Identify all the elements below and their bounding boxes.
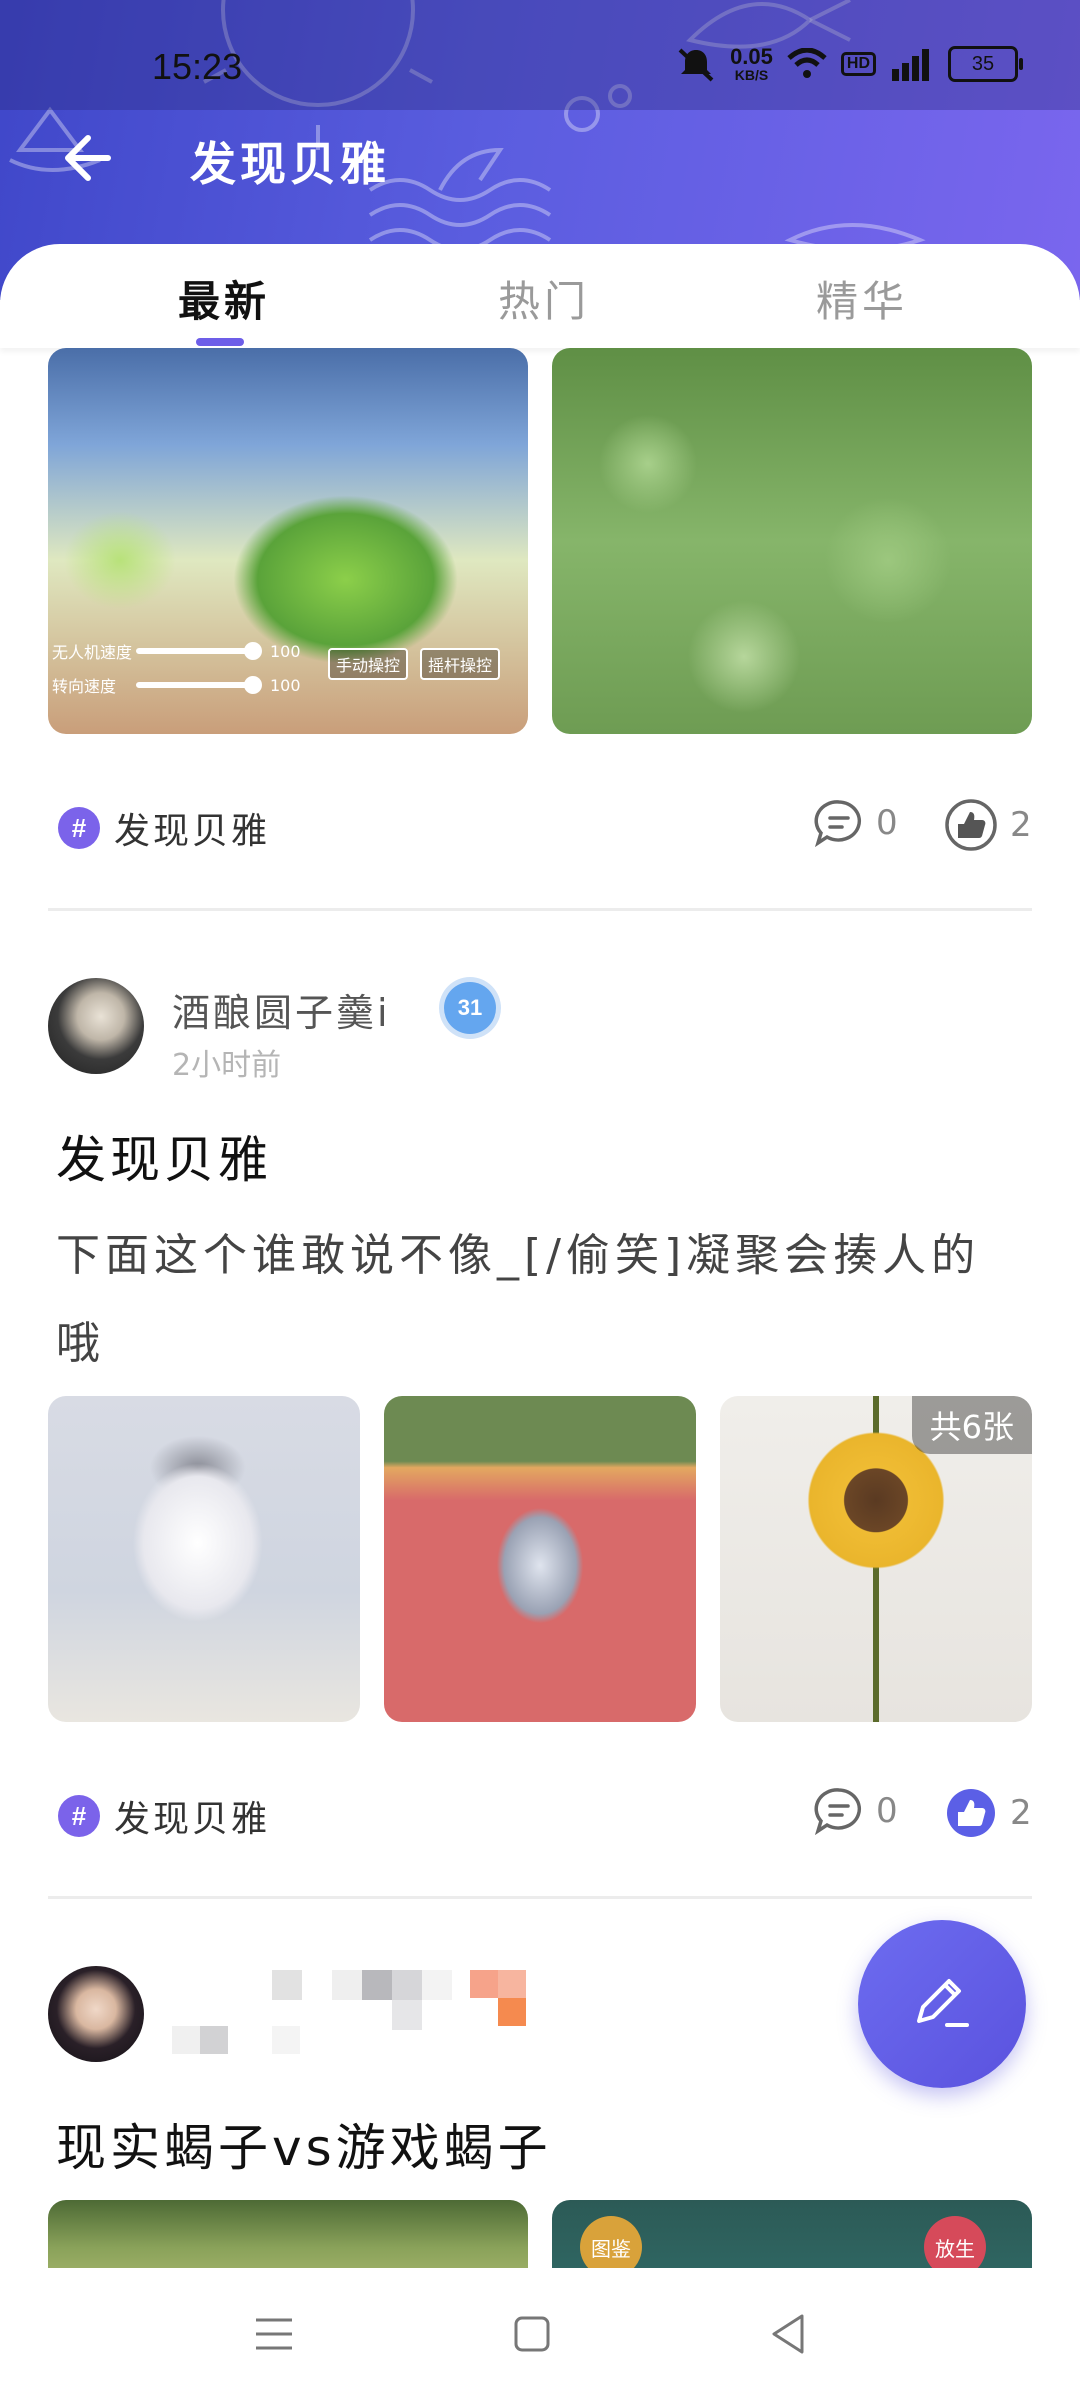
mute-icon bbox=[678, 48, 714, 82]
post-image-kitten[interactable] bbox=[48, 1396, 360, 1722]
overlay-manual-button: 手动操控 bbox=[328, 648, 409, 680]
comment-icon bbox=[814, 800, 862, 848]
tab-latest[interactable]: 最新 bbox=[178, 268, 270, 329]
thumb-up-icon bbox=[947, 1789, 995, 1837]
status-bar: 15:23 0.05 KB/S HD 35 bbox=[0, 0, 1080, 110]
post-title[interactable]: 现实蝎子vs游戏蝎子 bbox=[56, 2108, 552, 2180]
post-body[interactable]: 下面这个谁敢说不像_[/偷笑]凝聚会揍人的哦 bbox=[56, 1212, 1026, 1388]
page-title: 发现贝雅 bbox=[190, 137, 390, 191]
like-stat[interactable]: 2 bbox=[944, 798, 1032, 852]
back-button[interactable] bbox=[56, 128, 116, 188]
comment-count: 0 bbox=[876, 1791, 898, 1831]
status-icons: 0.05 KB/S HD 35 bbox=[676, 44, 1023, 83]
menu-icon bbox=[256, 2318, 292, 2350]
overlay-value: 100 bbox=[270, 675, 301, 695]
post-author[interactable]: 酒酿圆子羹i 31 2小时前 bbox=[48, 978, 1032, 1088]
overlay-joystick-button: 摇杆操控 bbox=[420, 648, 501, 680]
square-icon bbox=[514, 2316, 550, 2352]
post-image-sunflower[interactable]: 共6张 bbox=[720, 1396, 1032, 1722]
avatar[interactable] bbox=[48, 1966, 144, 2062]
hashtag-icon: # bbox=[58, 807, 100, 849]
post-image-game-cabbage[interactable]: 无人机速度 100 转向速度 100 手动操控 摇杆操控 bbox=[48, 348, 528, 734]
tab-bar: 最新 热门 精华 bbox=[0, 244, 1080, 348]
hd-badge: HD bbox=[840, 52, 876, 76]
overlay-slider bbox=[136, 676, 262, 694]
post-footer: # 发现贝雅 0 2 bbox=[0, 788, 1080, 868]
signal-icon bbox=[892, 49, 929, 81]
nav-home-button[interactable] bbox=[502, 2304, 562, 2364]
overlay-label: 无人机速度 bbox=[52, 643, 133, 662]
avatar[interactable] bbox=[48, 978, 144, 1074]
net-speed-value: 0.05 bbox=[730, 44, 773, 69]
topic-tag[interactable]: # 发现贝雅 bbox=[58, 1790, 270, 1842]
post-title[interactable]: 发现贝雅 bbox=[56, 1120, 272, 1192]
nav-menu-button[interactable] bbox=[244, 2304, 304, 2364]
hashtag-icon: # bbox=[58, 1795, 100, 1837]
overlay-label: 转向速度 bbox=[52, 677, 117, 696]
pencil-icon bbox=[917, 1979, 969, 2027]
author-name-pixelated bbox=[172, 1970, 526, 2060]
post-image-real-cabbage[interactable] bbox=[552, 348, 1032, 734]
nav-back-button[interactable] bbox=[758, 2304, 818, 2364]
system-nav-bar bbox=[0, 2268, 1080, 2400]
like-count: 2 bbox=[1010, 805, 1032, 845]
tab-indicator bbox=[196, 338, 244, 346]
battery-indicator: 35 bbox=[948, 46, 1023, 82]
comment-stat[interactable]: 0 bbox=[814, 798, 898, 848]
author-name[interactable]: 酒酿圆子羹i bbox=[172, 982, 391, 1037]
overlay-value: 100 bbox=[270, 641, 301, 661]
comment-stat[interactable]: 0 bbox=[814, 1786, 898, 1836]
like-count: 2 bbox=[1010, 1793, 1032, 1833]
tab-featured[interactable]: 精华 bbox=[816, 268, 908, 329]
compose-button[interactable] bbox=[858, 1920, 1026, 2088]
topic-label: 发现贝雅 bbox=[114, 1799, 271, 1840]
tab-hot[interactable]: 热门 bbox=[498, 268, 590, 329]
comment-icon bbox=[814, 1788, 862, 1836]
level-badge: 31 bbox=[444, 982, 496, 1034]
image-count-badge: 共6张 bbox=[911, 1396, 1032, 1454]
overlay-slider bbox=[136, 642, 262, 660]
wifi-icon bbox=[787, 48, 827, 78]
net-speed: 0.05 KB/S bbox=[730, 44, 773, 83]
like-stat[interactable]: 2 bbox=[944, 1786, 1032, 1840]
arrow-left-icon bbox=[65, 135, 111, 181]
topic-tag[interactable]: # 发现贝雅 bbox=[58, 802, 270, 854]
post-footer: # 发现贝雅 0 2 bbox=[0, 1776, 1080, 1856]
post-divider bbox=[48, 1896, 1032, 1899]
topic-label: 发现贝雅 bbox=[114, 811, 271, 852]
game-controls-overlay: 无人机速度 100 转向速度 100 手动操控 摇杆操控 bbox=[48, 634, 528, 702]
post-image-real-scorpion[interactable] bbox=[48, 2200, 528, 2268]
comment-count: 0 bbox=[876, 803, 898, 843]
status-time: 15:23 bbox=[152, 46, 243, 87]
post-time: 2小时前 bbox=[172, 1048, 282, 1083]
triangle-back-icon bbox=[772, 2314, 804, 2354]
post-image-game-scorpion[interactable]: 图鉴 放生 bbox=[552, 2200, 1032, 2268]
post-image-game-cat[interactable] bbox=[384, 1396, 696, 1722]
chip-encyclopedia: 图鉴 bbox=[580, 2216, 642, 2268]
chip-release: 放生 bbox=[924, 2216, 986, 2268]
title-row: 发现贝雅 bbox=[0, 120, 1080, 200]
post-divider bbox=[48, 908, 1032, 911]
thumb-up-icon bbox=[945, 799, 997, 851]
net-speed-unit: KB/S bbox=[734, 67, 769, 83]
